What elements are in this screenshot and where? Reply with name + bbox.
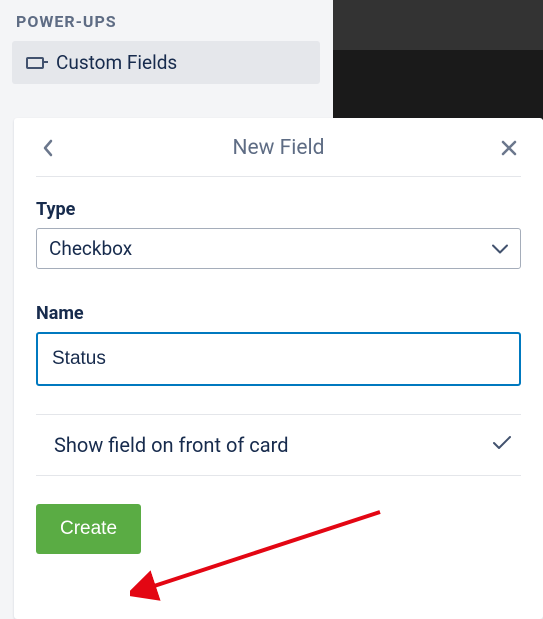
background-darker-panel (333, 50, 543, 120)
modal-title: New Field (233, 136, 325, 160)
type-label: Type (36, 199, 521, 220)
check-icon (491, 434, 513, 456)
show-on-front-toggle[interactable]: Show field on front of card (36, 414, 521, 476)
sidebar-item-label: Custom Fields (56, 51, 177, 74)
sidebar-item-custom-fields[interactable]: Custom Fields (12, 41, 320, 84)
new-field-modal: New Field Type Checkbox Name Show field … (14, 118, 543, 619)
close-button[interactable] (497, 136, 521, 160)
sidebar: POWER-UPS Custom Fields (0, 0, 332, 96)
section-title-powerups: POWER-UPS (12, 12, 320, 31)
modal-header: New Field (36, 136, 521, 177)
type-select[interactable]: Checkbox (36, 228, 521, 269)
close-icon (500, 139, 518, 157)
chevron-left-icon (41, 138, 55, 158)
type-select-wrapper: Checkbox (36, 228, 521, 269)
card-icon (26, 57, 44, 69)
name-input[interactable] (36, 332, 521, 386)
type-group: Type Checkbox (36, 199, 521, 269)
name-label: Name (36, 303, 521, 324)
create-button[interactable]: Create (36, 504, 141, 554)
show-on-front-label: Show field on front of card (54, 433, 289, 457)
back-button[interactable] (36, 136, 60, 160)
name-group: Name (36, 303, 521, 386)
